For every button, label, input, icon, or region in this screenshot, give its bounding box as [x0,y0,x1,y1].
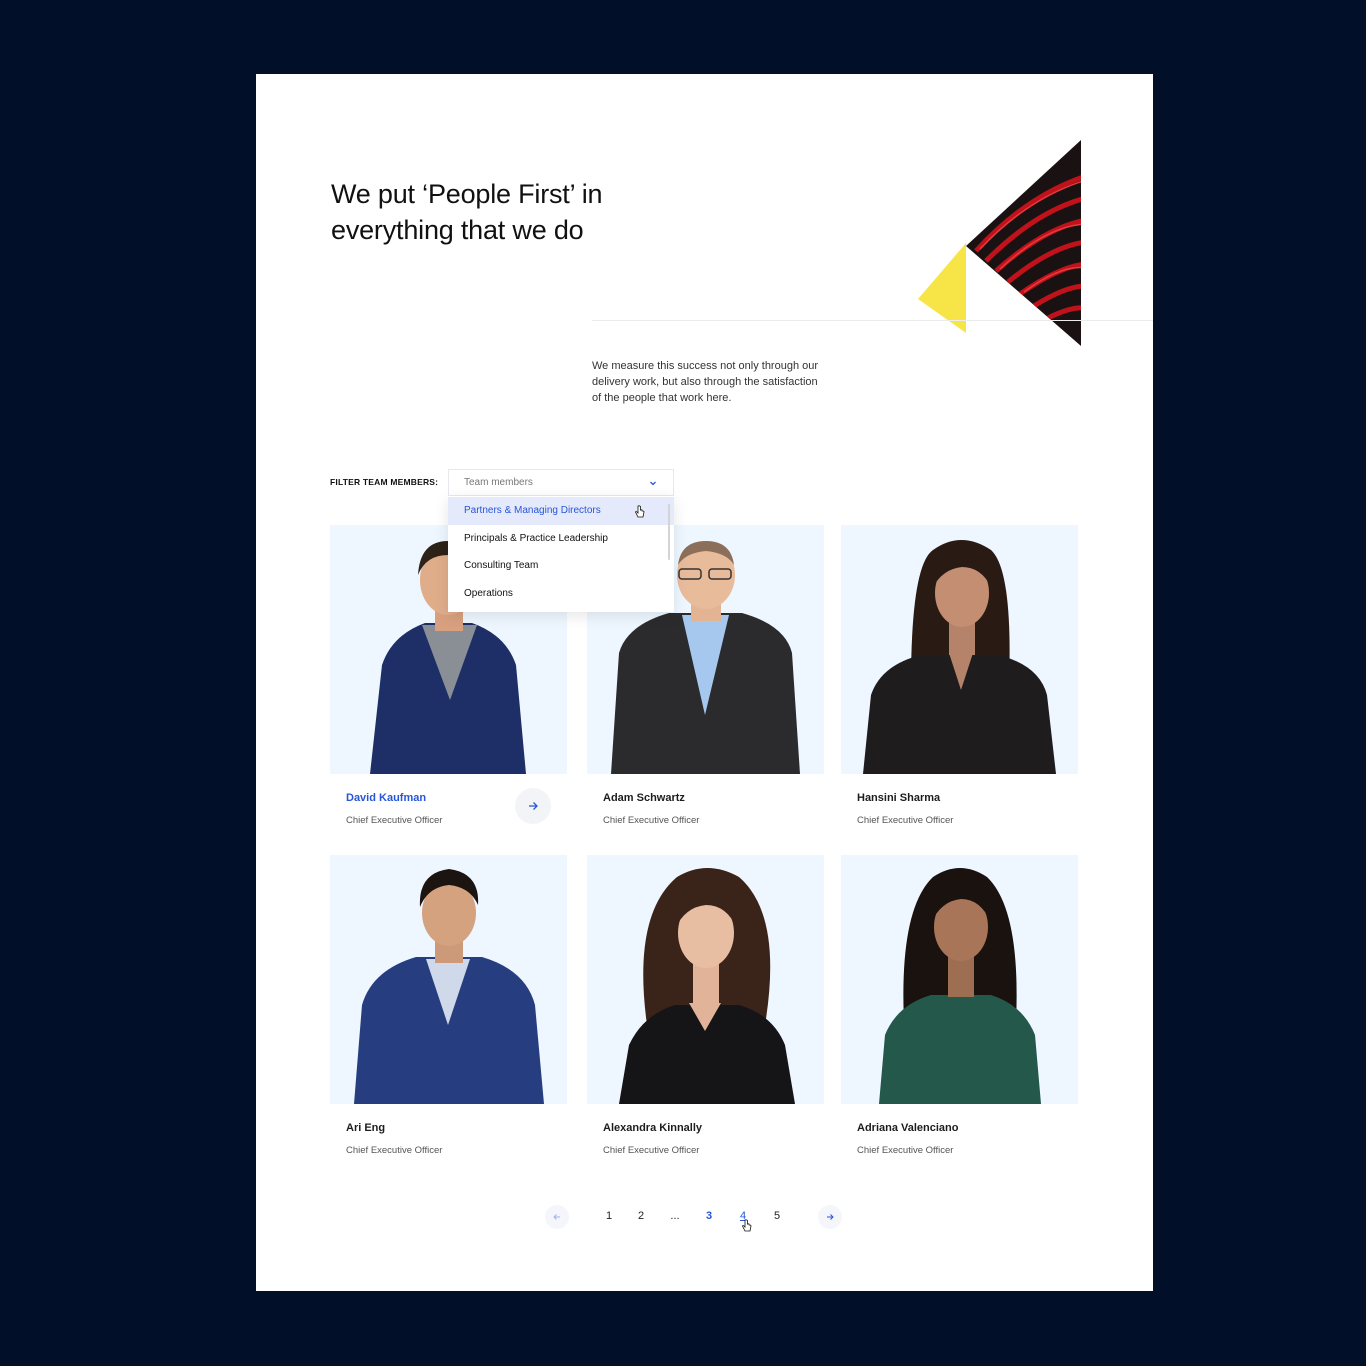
member-role: Chief Executive Officer [603,815,700,826]
team-card[interactable]: Ari Eng Chief Executive Officer [330,855,567,1156]
dropdown-option-label: Consulting Team [464,560,539,572]
member-role: Chief Executive Officer [346,1145,443,1156]
hand-cursor-icon [742,1219,752,1232]
dropdown-option-label: Principals & Practice Leadership [464,532,608,544]
page-link[interactable]: 2 [631,1205,651,1227]
dropdown-option-label: Partners & Managing Directors [464,505,601,517]
team-photo [841,855,1078,1104]
hero-description: We measure this success not only through… [592,360,819,404]
pagination: 1 2 ... 3 4 5 [256,1205,1153,1232]
dropdown-option[interactable]: Consulting Team [448,552,674,580]
arrow-left-icon [553,1214,560,1220]
member-role: Chief Executive Officer [603,1145,700,1156]
member-name[interactable]: Ari Eng [346,1122,385,1134]
team-filter-select[interactable]: Team members [448,469,674,496]
filter-label: FILTER TEAM MEMBERS: [330,477,439,487]
divider [592,320,1153,321]
member-name[interactable]: Adriana Valenciano [857,1122,958,1134]
team-card[interactable]: Alexandra Kinnally Chief Executive Offic… [587,855,824,1156]
select-placeholder: Team members [464,477,533,488]
dropdown-option[interactable]: Operations [448,580,674,608]
member-role: Chief Executive Officer [857,815,954,826]
member-name[interactable]: Adam Schwartz [603,792,685,804]
chevron-down-icon [650,481,656,486]
dropdown-option-label: Operations [464,587,513,599]
page-link-current[interactable]: 3 [699,1205,719,1227]
member-name[interactable]: David Kaufman [346,792,426,804]
triangle-graphic [918,140,1081,346]
team-photo [330,855,567,1104]
team-photo [587,855,824,1104]
team-card[interactable]: Hansini Sharma Chief Executive Officer [841,525,1078,826]
hand-cursor-icon [635,505,645,518]
team-card[interactable]: Adriana Valenciano Chief Executive Offic… [841,855,1078,1156]
member-role: Chief Executive Officer [857,1145,954,1156]
arrow-right-icon [827,1214,834,1220]
page-ellipsis: ... [670,1210,680,1222]
member-name[interactable]: Hansini Sharma [857,792,940,804]
next-page-button[interactable] [818,1205,842,1229]
view-profile-button[interactable] [515,788,551,824]
page-link[interactable]: 5 [767,1205,787,1227]
dropdown-option[interactable]: Partners & Managing Directors [448,497,674,525]
arrow-right-icon [529,802,538,810]
member-role: Chief Executive Officer [346,815,443,826]
dropdown-option[interactable]: Principals & Practice Leadership [448,525,674,553]
dropdown-scrollbar[interactable] [668,504,670,560]
filter-dropdown: Partners & Managing Directors Principals… [448,496,674,612]
prev-page-button[interactable] [545,1205,569,1229]
team-page: We put ‘People First’ in everything that… [256,74,1153,1291]
team-photo [841,525,1078,774]
page-link[interactable]: 1 [599,1205,619,1227]
page-title: We put ‘People First’ in everything that… [331,179,603,245]
member-name[interactable]: Alexandra Kinnally [603,1122,702,1134]
